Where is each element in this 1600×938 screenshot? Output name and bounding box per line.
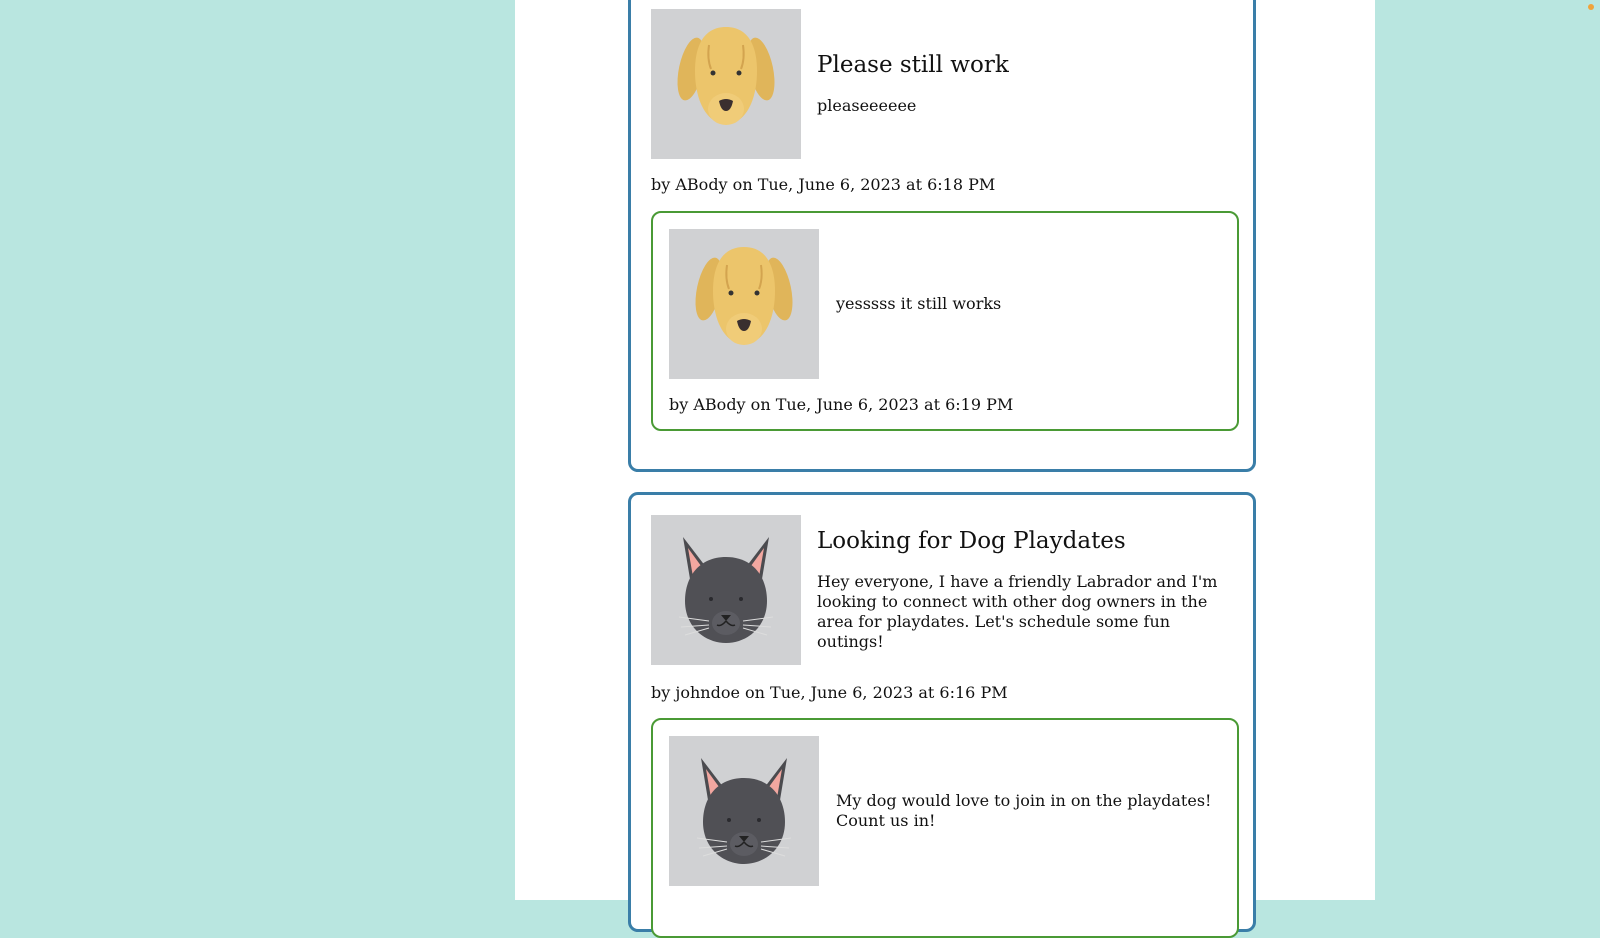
dog-icon: [677, 27, 775, 125]
comment-card: yesssss it still works by ABody on Tue, …: [651, 211, 1239, 431]
post-meta: by johndoe on Tue, June 6, 2023 at 6:16 …: [651, 683, 1008, 702]
post-text: Looking for Dog Playdates Hey everyone, …: [817, 515, 1227, 665]
cat-avatar[interactable]: [651, 515, 801, 665]
comment-card: My dog would love to join in on the play…: [651, 718, 1239, 938]
post-card: Please still work pleaseeeeee by ABody o…: [628, 0, 1256, 472]
dog-icon: [695, 247, 793, 345]
post-header: Please still work pleaseeeeee: [651, 9, 1227, 159]
post-title[interactable]: Please still work: [817, 52, 1227, 78]
comment-row: yesssss it still works: [669, 229, 1216, 379]
comment-meta: by ABody on Tue, June 6, 2023 at 6:19 PM: [669, 395, 1014, 414]
dog-avatar[interactable]: [651, 9, 801, 159]
feed-page: Please still work pleaseeeeee by ABody o…: [515, 0, 1375, 938]
post-body: Hey everyone, I have a friendly Labrador…: [817, 572, 1218, 651]
post-header: Looking for Dog Playdates Hey everyone, …: [651, 515, 1227, 665]
post-text: Please still work pleaseeeeee: [817, 9, 1227, 159]
cat-icon: [696, 758, 792, 864]
post-card: Looking for Dog Playdates Hey everyone, …: [628, 492, 1256, 938]
cat-icon: [678, 537, 774, 643]
comment-body: yesssss it still works: [836, 294, 1002, 313]
post-title[interactable]: Looking for Dog Playdates: [817, 528, 1227, 554]
cat-avatar[interactable]: [669, 736, 819, 886]
post-body: pleaseeeeee: [817, 96, 917, 115]
comment-row: My dog would love to join in on the play…: [669, 736, 1216, 886]
post-meta: by ABody on Tue, June 6, 2023 at 6:18 PM: [651, 175, 996, 194]
dog-avatar[interactable]: [669, 229, 819, 379]
status-dot: [1588, 4, 1594, 10]
comment-body: My dog would love to join in on the play…: [836, 791, 1212, 830]
